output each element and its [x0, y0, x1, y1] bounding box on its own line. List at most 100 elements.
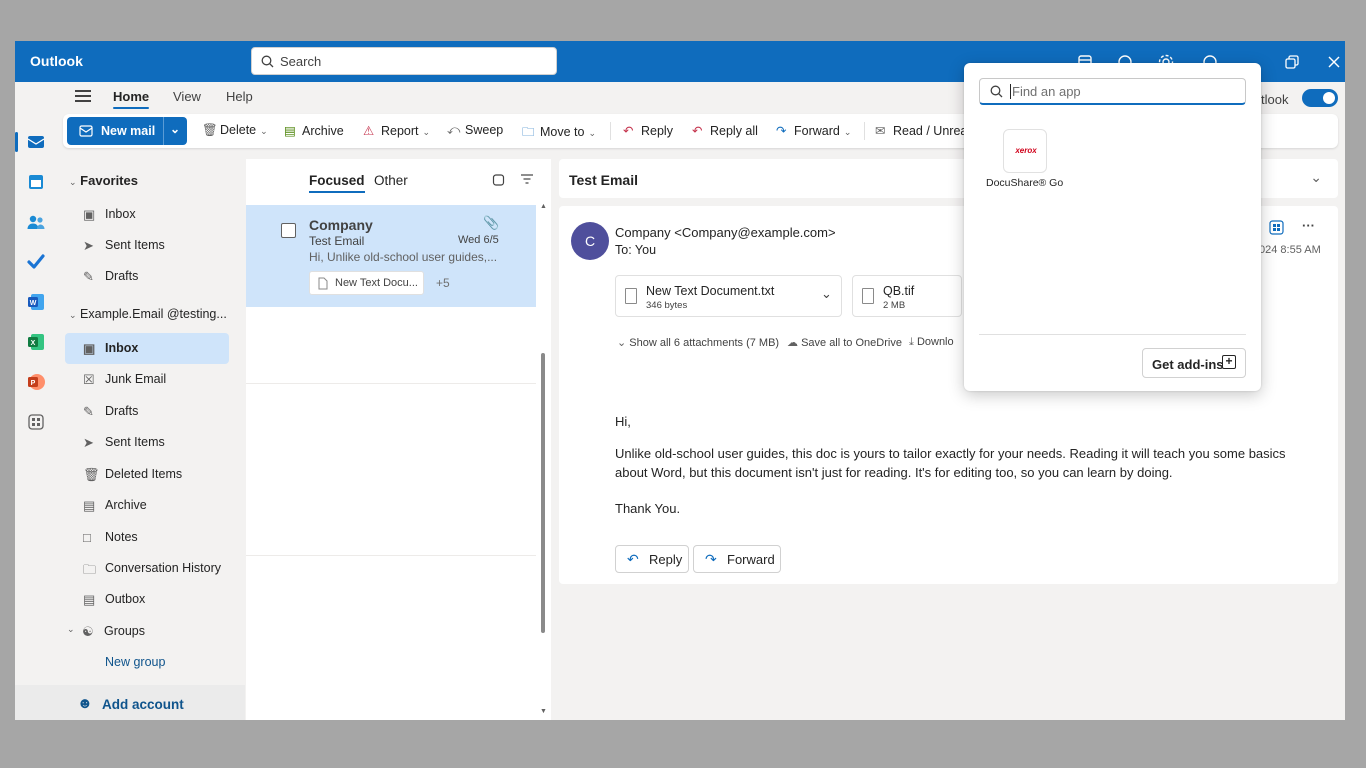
tab-focused[interactable]: Focused — [309, 173, 365, 193]
chevron-down-icon: ⌄ — [843, 127, 852, 137]
reply-icon: ↶ — [627, 551, 639, 567]
tab-help[interactable]: Help — [226, 89, 253, 104]
restore-window-icon[interactable] — [1283, 53, 1301, 71]
reply-icon: ↶ — [623, 124, 634, 138]
broom-icon: ⤺ — [447, 123, 461, 137]
show-all-attachments-link[interactable]: ⌄ Show all 6 attachments (7 MB) — [617, 336, 779, 349]
send-icon: ➤ — [83, 238, 94, 253]
favorites-inbox[interactable]: ▣ Inbox — [65, 199, 229, 230]
favorites-header[interactable]: ⌄ Favorites — [69, 173, 138, 188]
folder-sent-items[interactable]: ➤ Sent Items — [65, 427, 229, 458]
folder-deleted-items[interactable]: 🗑 Deleted Items — [65, 459, 229, 490]
message-preview: Hi, Unlike old-school user guides,... — [309, 250, 498, 264]
email-sender[interactable]: Company <Company@example.com> — [615, 225, 836, 240]
chevron-down-icon[interactable]: ⌄ — [821, 286, 832, 302]
folder-junk-email[interactable]: ☒ Junk Email — [65, 364, 229, 395]
favorites-sent-items[interactable]: ➤ Sent Items — [65, 230, 229, 261]
scrollbar[interactable]: ▲ ▼ — [539, 203, 547, 720]
new-mail-label: New mail — [101, 124, 156, 138]
inbox-icon: ▣ — [83, 341, 96, 356]
forward-button[interactable]: ↷ Forward ⌄ — [776, 123, 851, 138]
select-mode-icon[interactable] — [492, 173, 506, 187]
message-date: Wed 6/5 — [458, 234, 499, 246]
add-icon: + — [1222, 355, 1236, 369]
account-header[interactable]: ⌄ Example.Email @testing... — [69, 307, 227, 321]
svg-text:X: X — [31, 340, 36, 347]
chevron-down-icon: ⌄ — [588, 128, 597, 138]
add-account-icon: ☻ — [77, 695, 93, 712]
powerpoint-app-icon[interactable]: P — [26, 372, 46, 392]
reply-button-bottom[interactable]: ↶ Reply — [615, 545, 689, 573]
envelope-open-icon: ✉ — [875, 124, 886, 138]
more-apps-icon[interactable] — [26, 412, 46, 432]
message-checkbox[interactable] — [281, 223, 296, 238]
pencil-icon: ✎ — [83, 404, 94, 419]
close-window-icon[interactable] — [1325, 53, 1343, 71]
message-sender: Company — [309, 217, 373, 233]
search-box[interactable]: Search — [251, 47, 557, 75]
download-icon: ⤓ — [909, 336, 914, 348]
hamburger-menu-icon[interactable] — [75, 90, 91, 102]
app-rail: W X P — [15, 82, 57, 720]
folder-conversation-history[interactable]: 🗀 Conversation History — [65, 553, 229, 584]
read-unread-button[interactable]: ✉ Read / Unrea — [875, 123, 967, 138]
chevron-down-icon[interactable]: ⌄ — [170, 122, 180, 136]
report-button[interactable]: ⚠ Report ⌄ — [363, 123, 430, 138]
image-icon — [862, 288, 874, 304]
folder-outbox[interactable]: ▤ Outbox — [65, 584, 229, 615]
email-subject: Test Email — [569, 172, 638, 188]
docushare-app-tile[interactable]: xerox — [1003, 129, 1047, 173]
calendar-app-icon[interactable] — [26, 172, 46, 192]
docushare-app-label: DocuShare® Go — [986, 177, 1064, 189]
folder-inbox[interactable]: ▣ Inbox — [65, 333, 229, 364]
xerox-logo: xerox — [1015, 146, 1037, 155]
chevron-down-icon: ⌄ — [260, 126, 268, 136]
filter-icon[interactable] — [520, 173, 534, 185]
favorites-drafts[interactable]: ✎ Drafts — [65, 261, 229, 292]
folder-drafts[interactable]: ✎ Drafts — [65, 396, 229, 427]
attachment-chip[interactable]: New Text Docu... — [309, 271, 424, 295]
more-options-icon[interactable]: ··· — [1302, 218, 1315, 233]
archive-icon: ▤ — [284, 124, 296, 138]
save-all-onedrive-link[interactable]: ☁ Save all to OneDrive — [787, 336, 902, 349]
forward-button-bottom[interactable]: ↷ Forward — [693, 545, 781, 573]
message-item[interactable]: Company 📎 Test Email Wed 6/5 Hi, Unlike … — [246, 205, 536, 307]
scrollbar-thumb[interactable] — [541, 353, 545, 633]
new-group-link[interactable]: New group — [65, 647, 229, 678]
add-account-link[interactable]: Add account — [102, 697, 184, 712]
people-app-icon[interactable] — [26, 212, 46, 232]
attachment-card[interactable]: QB.tif 2 MB — [852, 275, 962, 317]
chevron-double-down-icon: ⌄ — [617, 337, 627, 349]
reply-button[interactable]: ↶ Reply — [623, 123, 673, 138]
tab-view[interactable]: View — [173, 89, 201, 104]
find-app-input[interactable]: Find an app — [979, 78, 1246, 105]
more-attachments-count: +5 — [436, 276, 450, 290]
attachment-card[interactable]: New Text Document.txt 346 bytes ⌄ — [615, 275, 842, 317]
groups-header[interactable]: ⌄ ☯ Groups — [65, 616, 229, 647]
groups-icon: ☯ — [82, 624, 94, 639]
mail-icon — [79, 125, 93, 137]
folder-archive[interactable]: ▤ Archive — [65, 490, 229, 521]
excel-app-icon[interactable]: X — [26, 332, 46, 352]
move-to-button[interactable]: 🗀 Move to ⌄ — [522, 123, 596, 144]
reply-all-button[interactable]: ↶ Reply all — [692, 123, 758, 138]
new-mail-button[interactable]: New mail ⌄ — [67, 117, 187, 145]
chevron-down-icon[interactable]: ⌄ — [1310, 169, 1322, 186]
apps-popup: Find an app xerox DocuShare® Go Get add-… — [964, 63, 1261, 391]
download-all-link[interactable]: ⤓ Downlo — [909, 336, 954, 349]
todo-app-icon[interactable] — [26, 252, 46, 272]
folder-notes[interactable]: □ Notes — [65, 522, 229, 553]
sweep-button[interactable]: ⤺ Sweep — [447, 123, 503, 138]
new-outlook-toggle[interactable] — [1302, 89, 1338, 107]
archive-button[interactable]: ▤ Archive — [284, 123, 344, 138]
get-addins-button[interactable]: Get add-ins + — [1142, 348, 1246, 378]
email-body-line-1: Unlike old-school user guides, this doc … — [615, 446, 1286, 461]
mail-app-icon[interactable] — [26, 132, 46, 152]
apps-icon[interactable] — [1269, 220, 1284, 235]
tab-other[interactable]: Other — [374, 173, 408, 188]
word-app-icon[interactable]: W — [26, 292, 46, 312]
email-timestamp: 024 8:55 AM — [1259, 244, 1321, 256]
email-recipients: To: You — [615, 243, 657, 257]
delete-button[interactable]: 🗑 Delete ⌄ — [202, 123, 268, 138]
tab-home[interactable]: Home — [113, 89, 150, 109]
